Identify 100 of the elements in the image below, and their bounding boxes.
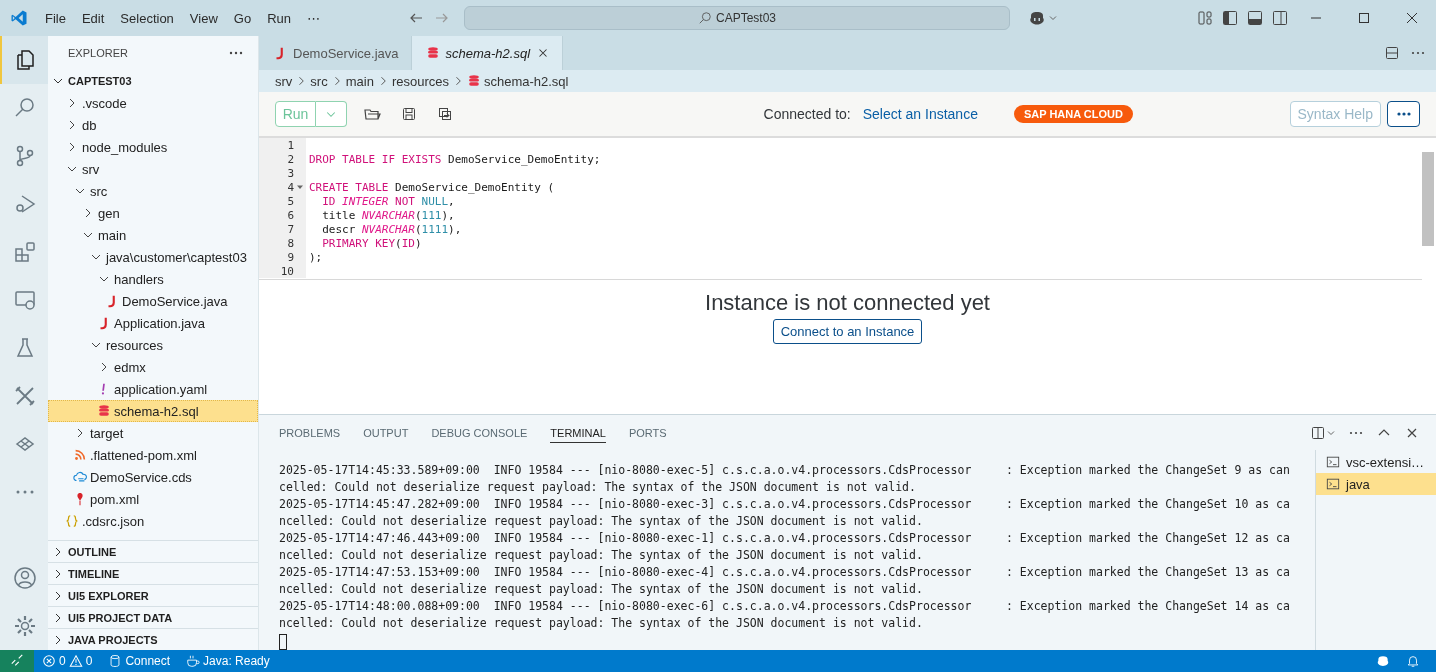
tree-item[interactable]: DemoService.java bbox=[48, 290, 258, 312]
terminal-line: 2025-05-17T14:48:00.088+09:00 INFO 19584 --- [nio-8080-exec-6] c.s.c.a.o.v4.processors.CdsProcessor : Exception marked the ChangeSet 14 as ca bbox=[279, 598, 1291, 615]
tools-icon bbox=[13, 384, 37, 408]
breadcrumb-item[interactable]: resources bbox=[391, 73, 449, 89]
section-header[interactable]: UI5 EXPLORER bbox=[48, 584, 258, 606]
panel-tab[interactable]: TERMINAL bbox=[550, 422, 606, 443]
secondary-sidebar-icon[interactable] bbox=[1272, 10, 1288, 26]
tree-item[interactable]: .vscode bbox=[48, 92, 258, 114]
error-icon bbox=[42, 654, 56, 668]
line-number: 5 bbox=[287, 194, 294, 208]
line-number: 8 bbox=[287, 236, 294, 250]
terminal-line: celled: Could not deserialize request payload: The syntax of the JSON document is not valid. bbox=[279, 479, 917, 496]
tree-item[interactable]: resources bbox=[48, 334, 258, 356]
code-line: CREATE TABLE DemoService_DemoEntity ( bbox=[309, 180, 555, 194]
activity-item[interactable] bbox=[0, 36, 48, 84]
connect-button[interactable]: Connect to an Instance bbox=[772, 319, 923, 344]
terminal-line: ncelled: Could not deserialize request payload: The syntax of the JSON document is not valid. bbox=[279, 547, 924, 564]
bell-icon[interactable] bbox=[1406, 654, 1420, 668]
terminal-line: ncelled: Could not deserialize request payload: The syntax of the JSON document is not valid. bbox=[279, 513, 924, 530]
select-instance-link[interactable]: Select an Instance bbox=[862, 106, 978, 122]
menu-item[interactable]: Run bbox=[259, 10, 299, 26]
tree-item[interactable]: pom.xml bbox=[48, 488, 258, 510]
play-bug-icon bbox=[13, 192, 37, 216]
database-icon bbox=[425, 46, 440, 60]
more-icon bbox=[15, 489, 35, 495]
tree-item[interactable]: .cdsrc.json bbox=[48, 510, 258, 532]
menu-item[interactable]: Edit bbox=[73, 10, 113, 26]
panel-tab[interactable]: PROBLEMS bbox=[279, 423, 341, 442]
search-icon bbox=[698, 11, 712, 25]
panel-tab[interactable]: PORTS bbox=[628, 423, 667, 442]
tree-item[interactable]: db bbox=[48, 114, 258, 136]
split-editor-icon[interactable] bbox=[1384, 45, 1400, 61]
section-header[interactable]: OUTLINE bbox=[48, 540, 258, 562]
layout-icon[interactable] bbox=[1197, 10, 1213, 26]
tree-item[interactable]: main bbox=[48, 224, 258, 246]
terminal-line: 2025-05-17T14:47:53.153+09:00 INFO 19584 --- [nio-8080-exec-4] c.s.c.a.o.v4.processors.CdsProcessor : Exception marked the ChangeSet 13 as ca bbox=[279, 564, 1291, 581]
line-number: 1 bbox=[287, 138, 294, 152]
editor-tab[interactable]: schema-h2.sql bbox=[411, 36, 564, 70]
tree-item[interactable]: schema-h2.sql bbox=[48, 400, 258, 422]
menu-item[interactable]: View bbox=[181, 10, 226, 26]
terminal-icon bbox=[1326, 455, 1340, 469]
tree-item[interactable]: handlers bbox=[48, 268, 258, 290]
tree-item[interactable]: src bbox=[48, 180, 258, 202]
database-icon bbox=[466, 74, 481, 88]
sidebar-toggle-icon[interactable] bbox=[1222, 10, 1238, 26]
panel-tab[interactable]: OUTPUT bbox=[363, 423, 409, 442]
terminal-line: 2025-05-17T14:45:47.282+09:00 INFO 19584 --- [nio-8080-exec-3] c.s.c.a.o.v4.processors.CdsProcessor : Exception marked the ChangeSet 10 as ca bbox=[279, 496, 1291, 513]
connect-status[interactable]: Connect bbox=[100, 654, 179, 668]
breadcrumb-item[interactable]: main bbox=[345, 73, 374, 89]
tree-item[interactable]: edmx bbox=[48, 356, 258, 378]
tree-item[interactable]: .flattened-pom.xml bbox=[48, 444, 258, 466]
menu-item[interactable]: File bbox=[37, 10, 74, 26]
warning-icon bbox=[68, 654, 83, 668]
breadcrumb-item[interactable]: schema-h2.sql bbox=[483, 73, 569, 89]
workspace-root[interactable]: CAPTEST03 bbox=[48, 70, 258, 92]
line-number: 2 bbox=[287, 152, 294, 166]
braces-icon bbox=[65, 514, 79, 528]
tree-item[interactable]: Application.java bbox=[48, 312, 258, 334]
terminal-cursor bbox=[279, 634, 287, 650]
section-header[interactable]: TIMELINE bbox=[48, 562, 258, 584]
terminal-list-item[interactable]: java bbox=[1316, 473, 1436, 495]
tree-item[interactable]: target bbox=[48, 422, 258, 444]
command-search-field[interactable]: CAPTest03 bbox=[464, 6, 1010, 30]
app-logo-icon bbox=[10, 9, 28, 27]
terminal-list-item[interactable]: vsc-extensi… bbox=[1316, 451, 1436, 473]
remote-button[interactable] bbox=[0, 650, 34, 672]
breadcrumb-item[interactable]: srv bbox=[275, 73, 293, 89]
maximize-icon[interactable] bbox=[1356, 10, 1372, 26]
code-line: ); bbox=[309, 250, 323, 264]
line-number: 9 bbox=[287, 250, 294, 264]
save-icon[interactable] bbox=[401, 106, 417, 122]
sidebar-title: EXPLORER bbox=[68, 47, 128, 59]
breadcrumb-item[interactable]: src bbox=[310, 73, 328, 89]
code-line: PRIMARY KEY(ID) bbox=[321, 236, 422, 250]
account-icon[interactable] bbox=[13, 566, 37, 590]
menu-item[interactable]: Go bbox=[225, 10, 260, 26]
tree-item[interactable]: gen bbox=[48, 202, 258, 224]
split-terminal-icon[interactable] bbox=[1310, 424, 1326, 441]
panel-tab[interactable]: DEBUG CONSOLE bbox=[431, 423, 528, 442]
section-header[interactable]: UI5 PROJECT DATA bbox=[48, 606, 258, 628]
tree-item[interactable]: node_modules bbox=[48, 136, 258, 158]
code-line: DROP TABLE IF EXISTS DemoService_DemoEntity; bbox=[309, 152, 601, 166]
tree-item[interactable]: application.yaml bbox=[48, 378, 258, 400]
database-icon bbox=[97, 404, 111, 418]
line-number: 4 bbox=[287, 180, 294, 194]
export-icon[interactable] bbox=[437, 106, 453, 122]
tree-item[interactable]: DemoService.cds bbox=[48, 466, 258, 488]
close-icon[interactable] bbox=[1404, 10, 1420, 26]
tree-item[interactable]: srv bbox=[48, 158, 258, 180]
open-folder-icon[interactable] bbox=[363, 106, 381, 122]
more-button[interactable] bbox=[1387, 101, 1420, 127]
menu-item[interactable]: ⋯ bbox=[299, 10, 328, 26]
menu-item[interactable]: Selection bbox=[112, 10, 182, 26]
problems-status[interactable]: 0 0 bbox=[34, 654, 101, 668]
panel-toggle-icon[interactable] bbox=[1247, 10, 1263, 26]
tree-item[interactable]: java\customer\captest03 bbox=[48, 246, 258, 268]
hana-cloud-badge: SAP HANA CLOUD bbox=[1013, 105, 1133, 123]
scrollbar[interactable] bbox=[1422, 152, 1434, 246]
fold-icon[interactable] bbox=[296, 183, 304, 191]
java-status[interactable]: Java: Ready bbox=[178, 654, 278, 668]
